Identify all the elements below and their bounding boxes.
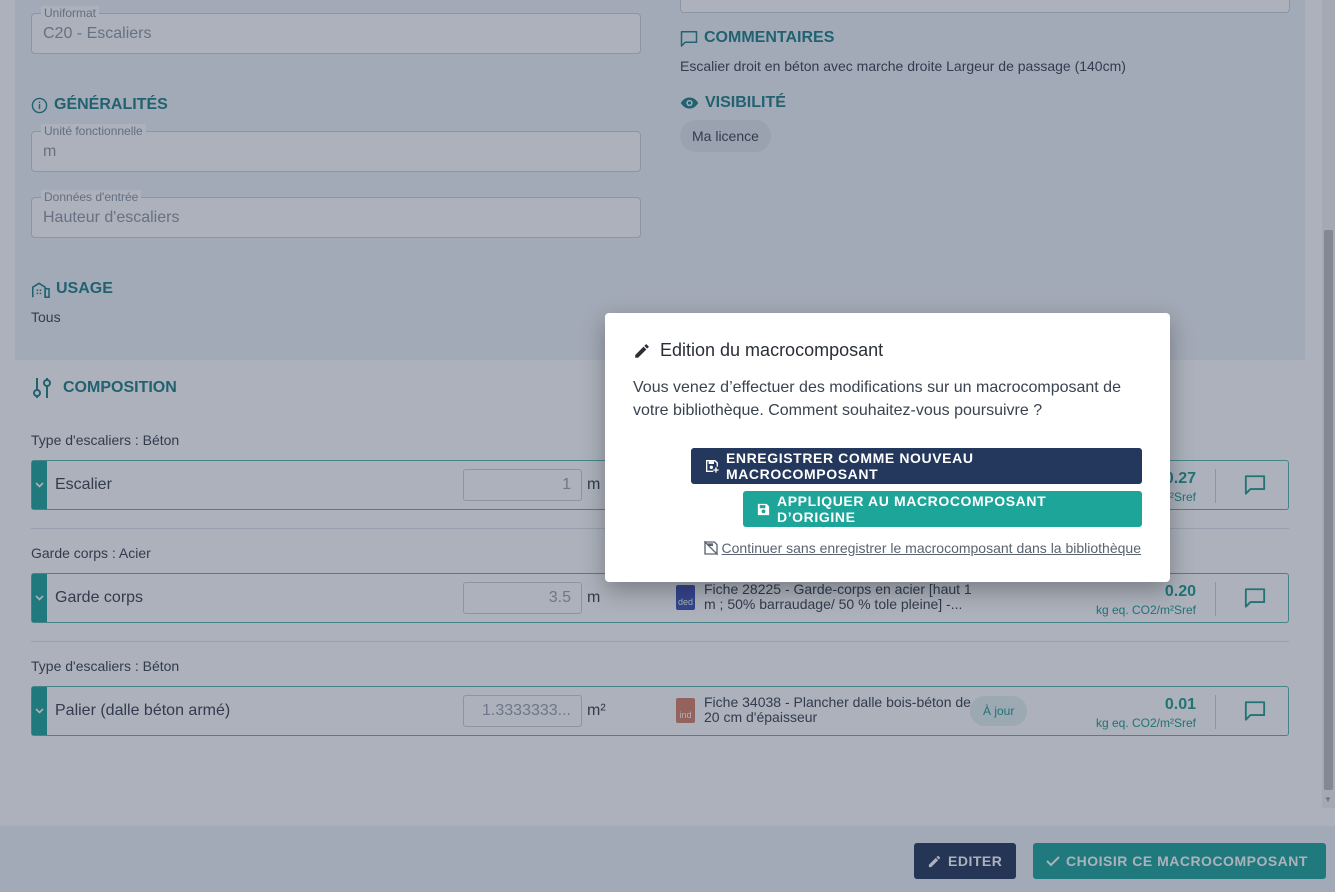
save-as-new-label: ENREGISTRER COMME NOUVEAU MACROCOMPOSANT <box>725 450 974 482</box>
save-icon <box>757 503 770 515</box>
continue-label: Continuer sans enregistrer le macrocompo… <box>721 540 1141 556</box>
edition-dialog: Edition du macrocomposant Vous venez d’e… <box>605 313 1170 582</box>
save-as-new-button[interactable]: ENREGISTRER COMME NOUVEAU MACROCOMPOSANT <box>691 448 1142 484</box>
apply-original-button[interactable]: APPLIQUER AU MACROCOMPOSANT D’ORIGINE <box>743 491 1142 527</box>
dialog-title: Edition du macrocomposant <box>660 340 884 360</box>
save-off-icon <box>703 540 718 556</box>
apply-original-label: APPLIQUER AU MACROCOMPOSANT D’ORIGINE <box>776 493 1047 525</box>
save-plus-icon <box>705 460 719 473</box>
continue-without-saving-link[interactable]: Continuer sans enregistrer le macrocompo… <box>703 540 1141 556</box>
dialog-header: Edition du macrocomposant <box>633 340 883 361</box>
pencil-icon <box>635 343 649 358</box>
dialog-message: Vous venez d’effectuer des modifications… <box>633 379 1121 419</box>
